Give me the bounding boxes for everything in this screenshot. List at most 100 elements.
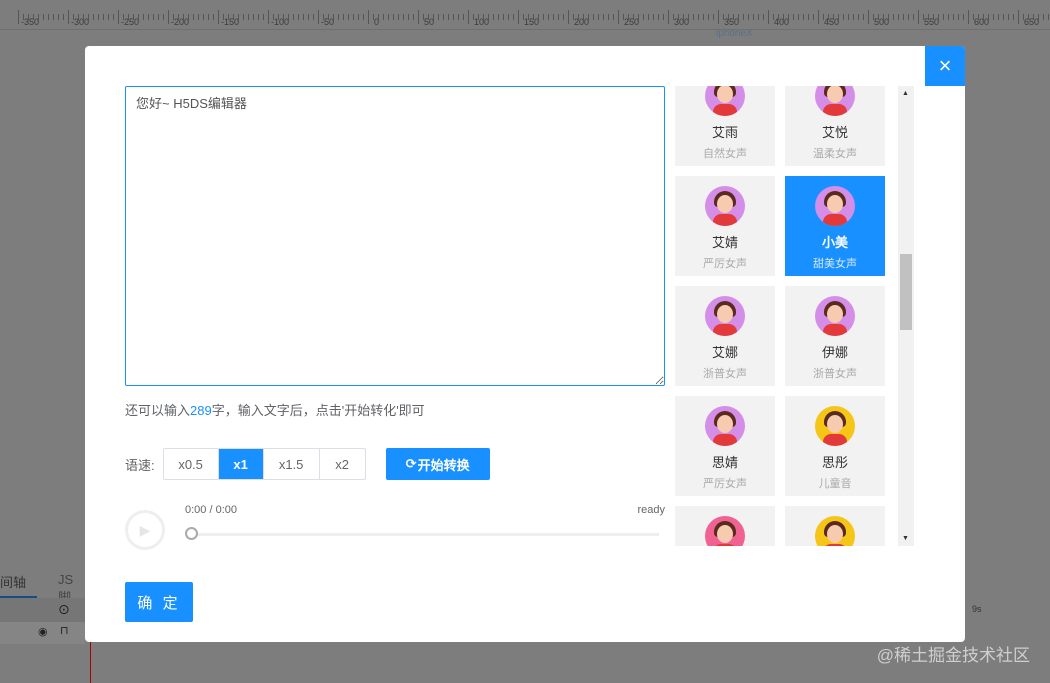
ruler-tick (618, 10, 619, 24)
ruler-tick (943, 14, 944, 20)
lock-icon[interactable]: ⊓ (60, 624, 69, 637)
play-icon[interactable]: ⊙ (58, 601, 70, 618)
ruler-tick (668, 10, 669, 24)
time-mark: 9s (972, 604, 982, 614)
speed-label: 语速: (125, 457, 155, 473)
ruler-label: -150 (221, 17, 240, 27)
hint-prefix: 还可以输入 (125, 403, 191, 418)
background-tabs: 间轴 JS脚 (0, 568, 85, 605)
voice-name: 小美 (821, 235, 848, 250)
progress-knob[interactable] (185, 527, 198, 540)
ruler-tick (1013, 14, 1014, 20)
scrollbar-thumb[interactable] (900, 254, 912, 330)
voice-card[interactable] (785, 506, 885, 546)
play-button[interactable]: ▶ (125, 510, 165, 550)
ruler-tick (608, 14, 609, 20)
audio-status: ready (637, 504, 665, 516)
ruler-tick (53, 14, 54, 20)
ruler-label: 250 (624, 17, 640, 27)
ruler-tick (613, 14, 614, 20)
ruler-tick (153, 14, 154, 20)
ruler-tick (548, 14, 549, 20)
ruler-tick (208, 14, 209, 20)
text-input[interactable]: 您好~ H5DS编辑器 (125, 86, 665, 386)
ruler-tick (1018, 10, 1019, 24)
convert-label: 开始转换 (417, 457, 470, 473)
ruler-label: 650 (1024, 17, 1040, 27)
ruler-label: -50 (321, 17, 335, 27)
audio-player: ▶ 0:00 / 0:00 ready (125, 502, 665, 552)
ruler-tick (318, 10, 319, 24)
ruler-tick (798, 14, 799, 20)
ruler-tick (438, 14, 439, 20)
voice-list-scrollbar[interactable]: ▲ ▼ (898, 86, 914, 546)
ruler-tick (593, 14, 594, 20)
voice-card[interactable]: 伊娜 浙普女声 (785, 286, 885, 386)
voice-card[interactable]: 艾婧 严厉女声 (675, 176, 775, 276)
voice-card[interactable]: 思彤 儿童音 (785, 396, 885, 496)
ruler-label: 450 (824, 17, 840, 27)
voice-name: 思婧 (711, 455, 738, 470)
voice-card[interactable]: 小美 甜美女声 (785, 176, 885, 276)
ruler-tick (1043, 14, 1044, 20)
speed-option[interactable]: x1 (218, 449, 264, 479)
ruler-tick (263, 14, 264, 20)
tab-timeline[interactable]: 间轴 (0, 572, 26, 591)
ruler-tick (63, 14, 64, 20)
ruler-tick (58, 14, 59, 20)
speed-option[interactable]: x1.5 (264, 449, 320, 479)
ruler-tick (363, 14, 364, 20)
voice-card[interactable] (675, 506, 775, 546)
confirm-button[interactable]: 确 定 (125, 582, 193, 622)
ruler-tick (248, 14, 249, 20)
ruler-label: 400 (774, 17, 790, 27)
ruler-tick (408, 14, 409, 20)
ruler-tick (418, 10, 419, 24)
playhead[interactable] (90, 642, 91, 683)
voice-avatar (705, 296, 745, 336)
ruler-tick (108, 14, 109, 20)
voice-card[interactable]: 艾悦 温柔女声 (785, 86, 885, 166)
hint-suffix: 字，输入文字后，点击'开始转化'即可 (211, 403, 425, 418)
ruler-tick (43, 14, 44, 20)
speed-option[interactable]: x2 (320, 449, 365, 479)
ruler-label: 500 (874, 17, 890, 27)
ruler-label: -250 (121, 17, 140, 27)
audio-time: 0:00 / 0:00 (185, 504, 237, 516)
ruler-tick (343, 14, 344, 20)
voice-card[interactable]: 艾雨 自然女声 (675, 86, 775, 166)
close-button[interactable]: × (925, 46, 965, 86)
ruler-tick (563, 14, 564, 20)
ruler-tick (313, 14, 314, 20)
timeline-toolbar: ⊙ (0, 598, 85, 622)
ruler: -350 -300 -250 -200 -150 -100 -50 0 50 100 150 200 2… (0, 0, 1050, 30)
voice-card[interactable]: 思婧 严厉女声 (675, 396, 775, 496)
voice-card[interactable]: 艾娜 浙普女声 (675, 286, 775, 386)
speed-option[interactable]: x0.5 (164, 449, 219, 479)
start-convert-button[interactable]: ⟳ 开始转换 (385, 448, 490, 480)
ruler-tick (703, 14, 704, 20)
ruler-tick (653, 14, 654, 20)
ruler-tick (558, 14, 559, 20)
ruler-tick (893, 14, 894, 20)
ruler-tick (253, 14, 254, 20)
scroll-up-icon[interactable]: ▲ (902, 90, 909, 97)
ruler-tick (793, 14, 794, 20)
ruler-label: -350 (21, 17, 40, 27)
voice-avatar (705, 186, 745, 226)
voice-desc: 严厉女声 (703, 478, 747, 490)
ruler-tick (993, 14, 994, 20)
progress-track[interactable] (187, 533, 659, 536)
close-icon: × (938, 53, 952, 78)
scroll-down-icon[interactable]: ▼ (902, 535, 909, 542)
eye-icon[interactable]: ◉ (38, 625, 48, 638)
ruler-tick (953, 14, 954, 20)
voice-avatar (705, 516, 745, 546)
ruler-tick (243, 14, 244, 20)
ruler-tick (753, 14, 754, 20)
ruler-tick (808, 14, 809, 20)
ruler-tick (963, 14, 964, 20)
ruler-tick (803, 14, 804, 20)
ruler-tick (1003, 14, 1004, 20)
ruler-tick (648, 14, 649, 20)
